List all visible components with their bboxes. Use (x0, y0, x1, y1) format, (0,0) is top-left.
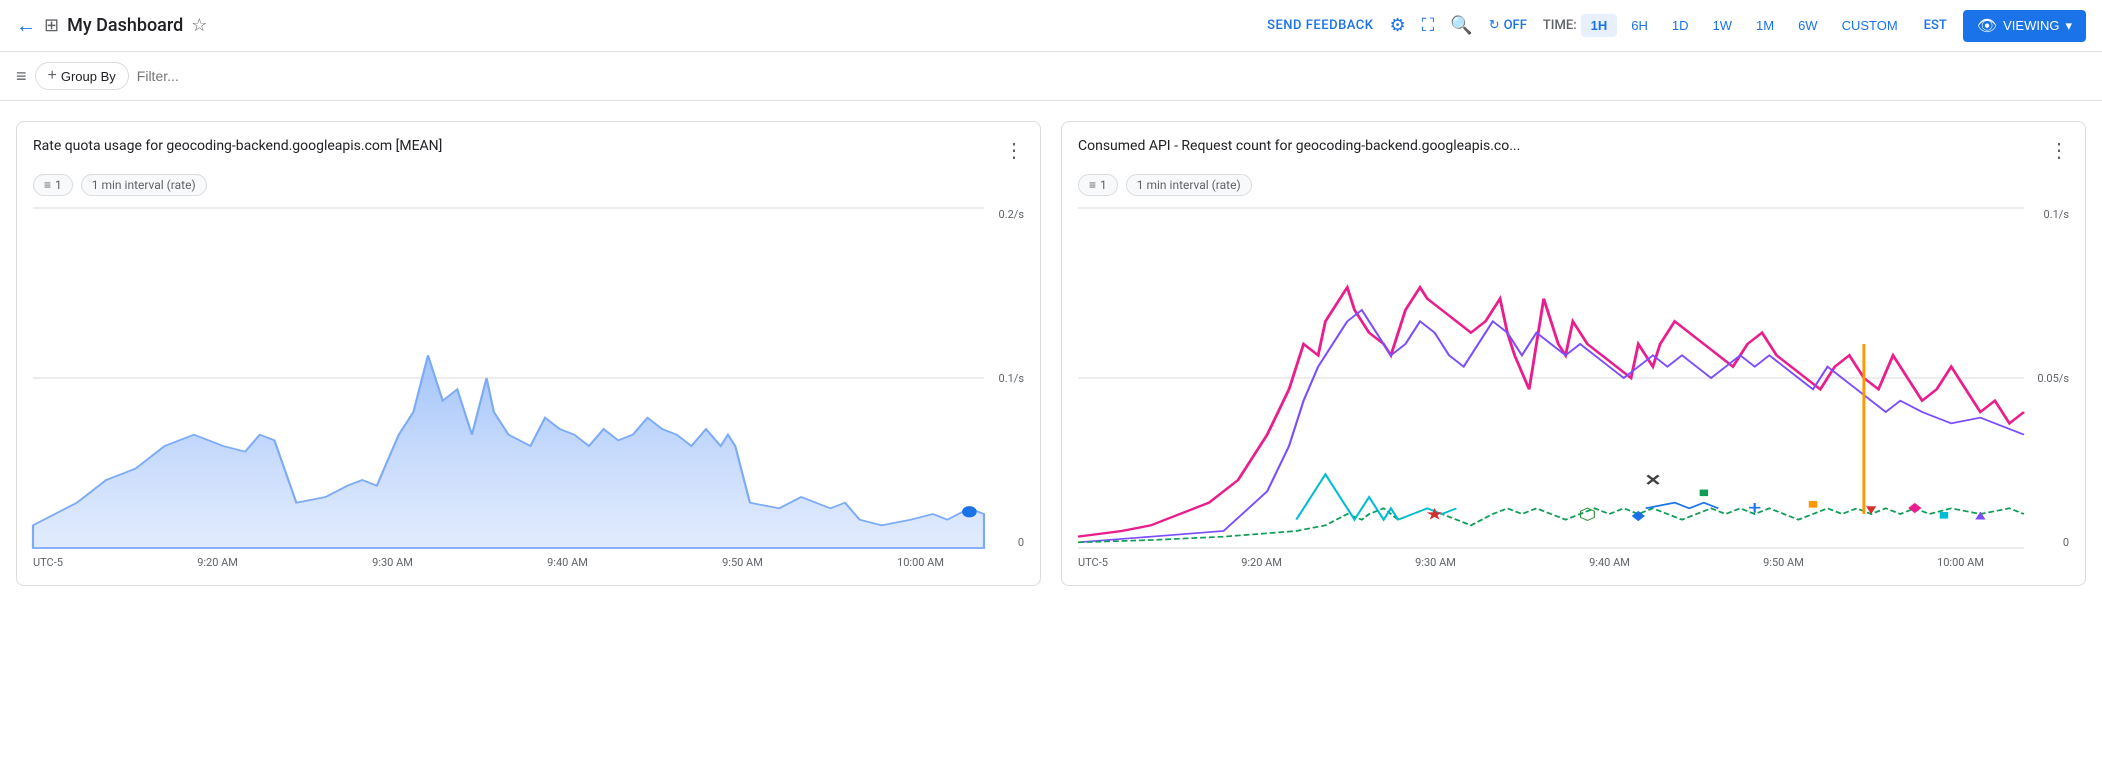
time-1d-button[interactable]: 1D (1662, 14, 1699, 37)
svg-text:⬡: ⬡ (1578, 506, 1596, 524)
viewing-button[interactable]: 👁 VIEWING ▾ (1963, 10, 2086, 42)
chevron-down-icon: ▾ (2065, 18, 2072, 34)
back-button[interactable]: ← (16, 13, 36, 38)
y-axis-1: 0.2/s 0.1/s 0 (984, 208, 1024, 569)
search-icon[interactable]: 🔍 (1450, 15, 1472, 36)
card-filters-2: ≡ 1 1 min interval (rate) (1078, 174, 2069, 196)
card-header-2: Consumed API - Request count for geocodi… (1078, 138, 2069, 162)
plus-icon: + (48, 67, 57, 85)
svg-text:◆: ◆ (1908, 499, 1923, 516)
x-axis-1: UTC-5 9:20 AM 9:30 AM 9:40 AM 9:50 AM 10… (33, 556, 984, 569)
dashboard-icon: ⊞ (44, 15, 59, 36)
time-label: TIME: (1543, 18, 1577, 33)
svg-text:▲: ▲ (1972, 507, 1989, 524)
svg-text:■: ■ (1699, 484, 1710, 501)
svg-text:▼: ▼ (1863, 501, 1880, 518)
filter-count-1: 1 (55, 178, 62, 192)
chart-title-1: Rate quota usage for geocoding-backend.g… (33, 138, 1004, 154)
card-filters-1: ≡ 1 1 min interval (rate) (33, 174, 1024, 196)
interval-chip-1[interactable]: 1 min interval (rate) (81, 174, 207, 196)
filter-input[interactable] (137, 68, 2086, 84)
chart-title-2: Consumed API - Request count for geocodi… (1078, 138, 2049, 154)
header-icons: ⚙ ⛶ 🔍 (1390, 15, 1473, 36)
time-section: TIME: 1H 6H 1D 1W 1M 6W CUSTOM (1543, 14, 1908, 37)
star-icon[interactable]: ☆ (191, 15, 207, 36)
group-by-button[interactable]: + Group By (35, 62, 129, 90)
svg-text:✕: ✕ (1644, 472, 1661, 490)
chart-svg-2: ★ ✕ ⬡ ◆ ■ + ■ ▼ (1078, 208, 2024, 548)
page-title: My Dashboard (67, 15, 183, 36)
filter-chip-1[interactable]: ≡ 1 (33, 174, 73, 196)
time-1h-button[interactable]: 1H (1581, 14, 1618, 37)
svg-text:■: ■ (1808, 495, 1819, 512)
y-axis-2: 0.1/s 0.05/s 0 (2024, 208, 2069, 569)
time-1w-button[interactable]: 1W (1703, 14, 1743, 37)
time-custom-button[interactable]: CUSTOM (1832, 14, 1908, 37)
filter-chip-2[interactable]: ≡ 1 (1078, 174, 1118, 196)
time-1m-button[interactable]: 1M (1746, 14, 1784, 37)
header-center: SEND FEEDBACK ⚙ ⛶ 🔍 ↻ OFF TIME: 1H 6H 1D… (1267, 10, 2086, 42)
chart-card-1: Rate quota usage for geocoding-backend.g… (16, 121, 1041, 586)
interval-label-2: 1 min interval (rate) (1137, 178, 1241, 192)
time-6h-button[interactable]: 6H (1621, 14, 1658, 37)
chart-area-1: UTC-5 9:20 AM 9:30 AM 9:40 AM 9:50 AM 10… (33, 208, 1024, 569)
svg-text:■: ■ (1939, 507, 1950, 524)
viewing-label: VIEWING (2003, 18, 2059, 33)
group-by-label: Group By (61, 69, 116, 84)
fullscreen-icon[interactable]: ⛶ (1422, 15, 1435, 36)
svg-text:+: + (1748, 498, 1761, 519)
header-left: ← ⊞ My Dashboard ☆ (16, 13, 1259, 38)
chart-card-2: Consumed API - Request count for geocodi… (1061, 121, 2086, 586)
svg-text:★: ★ (1425, 506, 1443, 524)
card-menu-2[interactable]: ⋮ (2049, 138, 2069, 162)
header: ← ⊞ My Dashboard ☆ SEND FEEDBACK ⚙ ⛶ 🔍 ↻… (0, 0, 2102, 52)
toolbar: ≡ + Group By (0, 52, 2102, 101)
filter-icon-1: ≡ (44, 178, 51, 192)
settings-icon[interactable]: ⚙ (1390, 15, 1406, 36)
auto-refresh-toggle[interactable]: ↻ OFF (1489, 18, 1527, 33)
auto-refresh-label: OFF (1504, 18, 1527, 33)
send-feedback-button[interactable]: SEND FEEDBACK (1267, 18, 1373, 33)
eye-icon: 👁 (1977, 16, 1997, 36)
interval-chip-2[interactable]: 1 min interval (rate) (1126, 174, 1252, 196)
chart-svg-1 (33, 208, 984, 548)
svg-text:◆: ◆ (1632, 507, 1647, 524)
card-menu-1[interactable]: ⋮ (1004, 138, 1024, 162)
timezone-button[interactable]: EST (1924, 18, 1947, 33)
card-header-1: Rate quota usage for geocoding-backend.g… (33, 138, 1024, 162)
time-6w-button[interactable]: 6W (1788, 14, 1828, 37)
main-content: Rate quota usage for geocoding-backend.g… (0, 101, 2102, 606)
filter-count-2: 1 (1100, 178, 1107, 192)
filter-menu-icon[interactable]: ≡ (16, 66, 27, 87)
chart-area-2: ★ ✕ ⬡ ◆ ■ + ■ ▼ (1078, 208, 2069, 569)
filter-icon-2: ≡ (1089, 178, 1096, 192)
x-axis-2: UTC-5 9:20 AM 9:30 AM 9:40 AM 9:50 AM 10… (1078, 556, 2024, 569)
interval-label-1: 1 min interval (rate) (92, 178, 196, 192)
refresh-icon: ↻ (1489, 18, 1500, 33)
